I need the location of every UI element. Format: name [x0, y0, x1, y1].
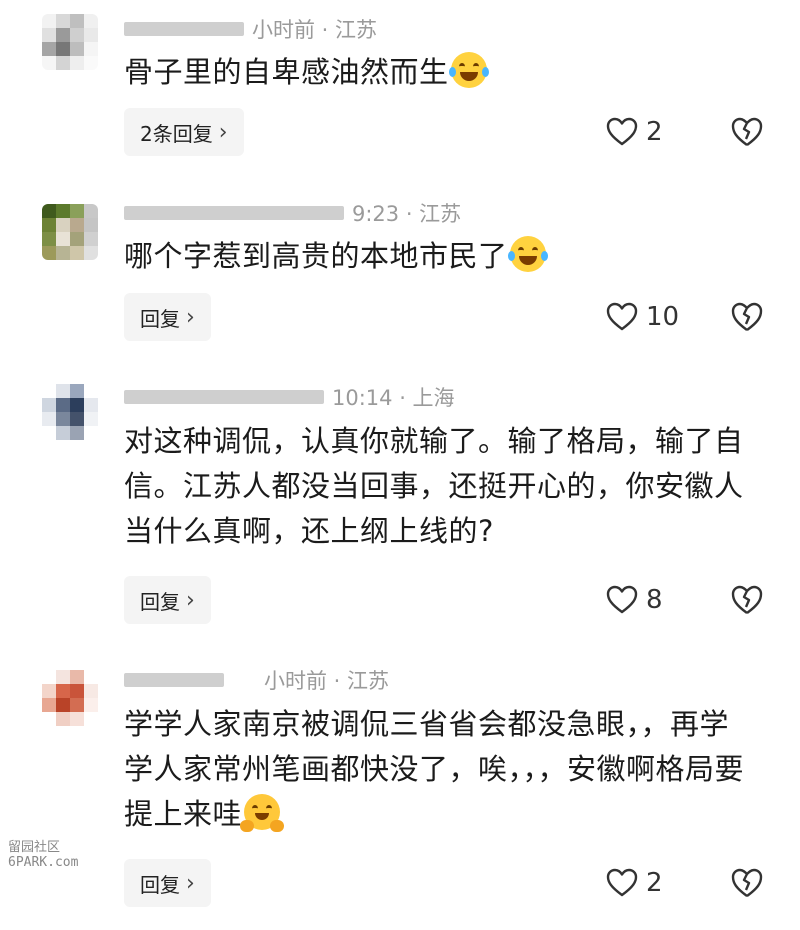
- avatar[interactable]: [42, 670, 98, 726]
- reply-button[interactable]: 回复 ›: [124, 859, 211, 907]
- like-button[interactable]: 2: [606, 112, 663, 152]
- comment-text: 骨子里的自卑感油然而生: [124, 50, 764, 95]
- chevron-right-icon: ›: [186, 587, 195, 613]
- username-blurred[interactable]: [124, 390, 324, 404]
- view-replies-button[interactable]: 2条回复 ›: [124, 108, 244, 156]
- reply-button[interactable]: 回复 ›: [124, 576, 211, 624]
- broken-heart-icon[interactable]: [730, 866, 764, 900]
- hugging-face-icon: [240, 794, 285, 832]
- watermark: 留园社区 6PARK.com: [8, 840, 78, 870]
- broken-heart-icon[interactable]: [730, 115, 764, 149]
- heart-icon: [606, 117, 638, 146]
- comment-meta: 小时前 · 江苏: [124, 665, 389, 695]
- reply-button[interactable]: 回复 ›: [124, 293, 211, 341]
- username-blurred[interactable]: [124, 673, 224, 687]
- avatar[interactable]: [42, 384, 98, 440]
- comment-meta: 9:23 · 江苏: [124, 198, 461, 228]
- grin-tears-icon: [507, 236, 548, 272]
- avatar[interactable]: [42, 14, 98, 70]
- watermark-line-2: 6PARK.com: [8, 855, 79, 870]
- like-count: 2: [646, 868, 663, 898]
- comment-meta: 小时前 · 江苏: [124, 14, 377, 44]
- chevron-right-icon: ›: [186, 304, 195, 330]
- username-blurred[interactable]: [124, 206, 344, 220]
- comment-text: 对这种调侃，认真你就输了。输了格局，输了自信。江苏人都没当回事，还挺开心的，你安…: [124, 424, 744, 548]
- watermark-line-1: 留园社区: [8, 840, 61, 855]
- chevron-right-icon: ›: [218, 119, 228, 145]
- comment-meta: 10:14 · 上海: [124, 382, 455, 412]
- comment-time-location: 9:23 · 江苏: [352, 202, 462, 226]
- like-count: 8: [646, 585, 663, 615]
- comment-time-location: 小时前 · 江苏: [252, 18, 378, 42]
- like-count: 10: [646, 302, 680, 332]
- comment-time-location: 小时前 · 江苏: [264, 669, 390, 693]
- broken-heart-icon[interactable]: [730, 583, 764, 617]
- broken-heart-icon[interactable]: [730, 300, 764, 334]
- heart-icon: [606, 302, 638, 331]
- heart-icon: [606, 585, 638, 614]
- comment-time-location: 10:14 · 上海: [332, 386, 455, 410]
- chevron-right-icon: ›: [186, 870, 195, 896]
- grin-tears-icon: [448, 52, 489, 88]
- like-button[interactable]: 8: [606, 580, 663, 620]
- like-count: 2: [646, 117, 663, 147]
- like-button[interactable]: 2: [606, 863, 663, 903]
- username-blurred[interactable]: [124, 22, 244, 36]
- comment-text: 哪个字惹到高贵的本地市民了: [124, 234, 764, 279]
- avatar[interactable]: [42, 204, 98, 260]
- heart-icon: [606, 868, 638, 897]
- like-button[interactable]: 10: [606, 297, 679, 337]
- comment-text: 学学人家南京被调侃三省省会都没急眼，，再学学人家常州笔画都快没了，唉，，，安徽啊…: [124, 707, 745, 832]
